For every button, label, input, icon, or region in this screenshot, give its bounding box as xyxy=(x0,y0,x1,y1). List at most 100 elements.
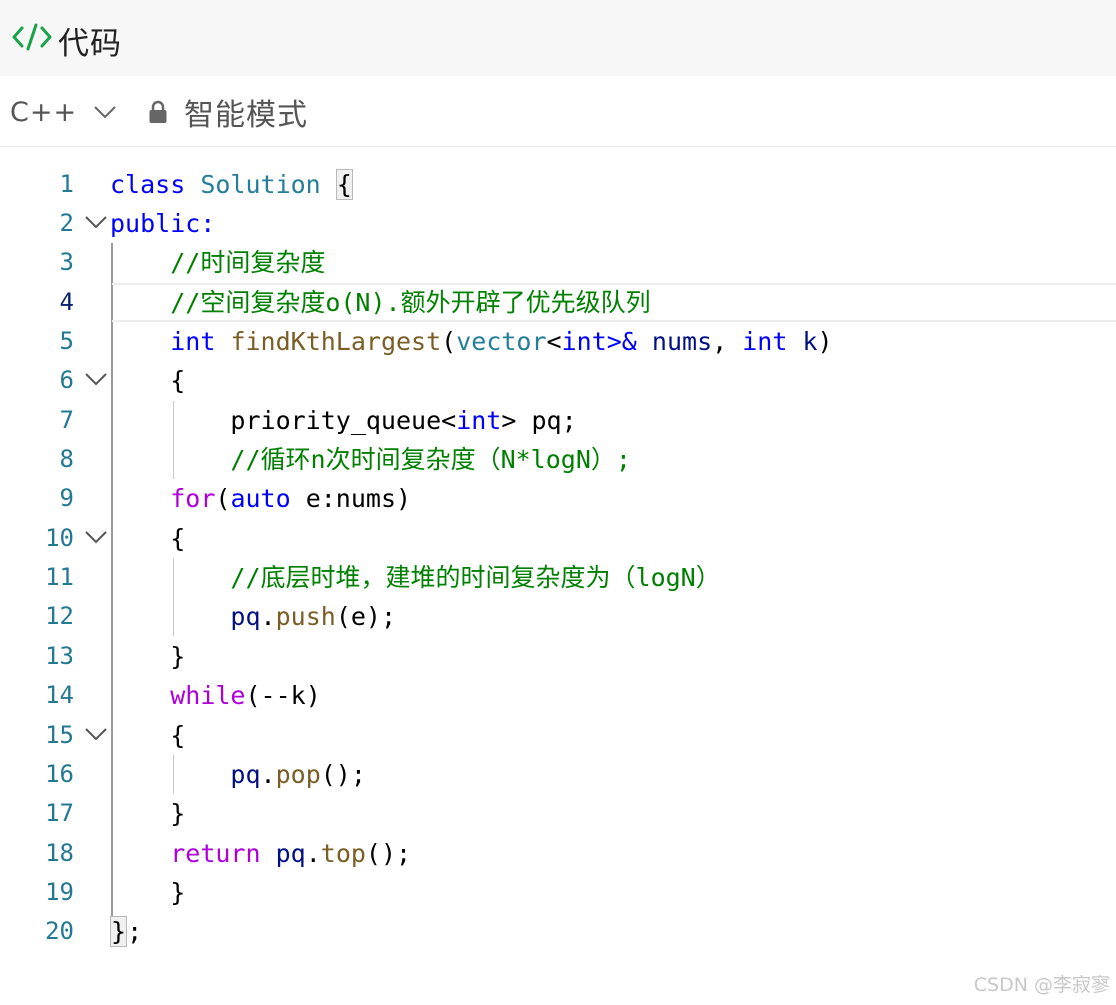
param: k xyxy=(802,327,818,356)
keyword: class xyxy=(110,170,186,199)
code-line[interactable]: 7 priority_queue<int> pq; xyxy=(0,401,1116,440)
line-number: 14 xyxy=(45,681,74,709)
punct: { xyxy=(170,721,186,750)
line-number: 10 xyxy=(45,524,74,552)
line-number: 11 xyxy=(45,563,74,591)
fold-chevron-icon[interactable] xyxy=(84,213,108,231)
line-number: 12 xyxy=(45,602,74,630)
punct: < xyxy=(546,327,562,356)
statement: (e); xyxy=(335,602,397,631)
fold-chevron-icon[interactable] xyxy=(84,725,108,743)
language-select[interactable]: C++ xyxy=(10,94,117,130)
line-number: 2 xyxy=(59,209,74,237)
punct: } xyxy=(170,642,186,671)
keyword: public: xyxy=(110,209,216,238)
comment: //循环n次时间复杂度（N*logN）; xyxy=(230,445,631,474)
punct: ( xyxy=(215,484,231,513)
code-line[interactable]: 2 public: xyxy=(0,204,1116,243)
statement: > pq; xyxy=(501,406,577,435)
function-name: push xyxy=(275,602,336,631)
keyword: auto xyxy=(230,484,291,513)
language-label: C++ xyxy=(10,96,78,128)
code-line[interactable]: 17 } xyxy=(0,794,1116,833)
code-line[interactable]: 15 { xyxy=(0,716,1116,755)
variable: pq xyxy=(230,602,261,631)
line-number: 16 xyxy=(45,760,74,788)
variable: pq xyxy=(230,760,261,789)
code-line[interactable]: 4 //空间复杂度o(N).额外开辟了优先级队列 xyxy=(0,283,1116,322)
punct: . xyxy=(305,839,321,868)
fold-chevron-icon[interactable] xyxy=(84,528,108,546)
smart-mode-toggle[interactable]: 智能模式 xyxy=(148,94,308,133)
line-number: 18 xyxy=(45,839,74,867)
keyword: int xyxy=(170,327,216,356)
line-number: 6 xyxy=(59,366,74,394)
punct: . xyxy=(260,602,276,631)
comment: //空间复杂度o(N).额外开辟了优先级队列 xyxy=(170,288,651,317)
type-name: vector xyxy=(456,327,547,356)
code-line[interactable]: 18 return pq.top(); xyxy=(0,834,1116,873)
code-line[interactable]: 1 class Solution { xyxy=(0,165,1116,204)
punct: } xyxy=(170,878,186,907)
statement: (); xyxy=(365,839,412,868)
panel-header: 代码 xyxy=(0,0,1116,76)
mode-label: 智能模式 xyxy=(184,98,308,133)
keyword: int xyxy=(456,406,502,435)
code-line[interactable]: 9 for(auto e:nums) xyxy=(0,479,1116,518)
statement: (); xyxy=(320,760,366,789)
control-keyword: return xyxy=(170,839,261,868)
punct: { xyxy=(170,524,186,553)
code-line[interactable]: 11 //底层时堆，建堆的时间复杂度为（logN） xyxy=(0,558,1116,597)
line-number: 4 xyxy=(59,288,74,316)
param: nums xyxy=(651,327,713,356)
punct: ) xyxy=(817,327,833,356)
punct: ( xyxy=(441,327,457,356)
type-name: priority_queue< xyxy=(230,406,457,435)
line-number: 3 xyxy=(59,248,74,276)
code-line[interactable]: 8 //循环n次时间复杂度（N*logN）; xyxy=(0,440,1116,479)
function-name: findKthLargest xyxy=(230,327,442,356)
code-line[interactable]: 10 { xyxy=(0,519,1116,558)
panel-title: 代码 xyxy=(58,26,122,62)
bracket-match: } xyxy=(110,916,128,947)
code-line[interactable]: 3 //时间复杂度 xyxy=(0,243,1116,282)
code-line[interactable]: 16 pq.pop(); xyxy=(0,755,1116,794)
keyword: int xyxy=(742,327,788,356)
code-line[interactable]: 12 pq.push(e); xyxy=(0,597,1116,636)
class-name: Solution xyxy=(200,170,321,199)
line-number: 5 xyxy=(59,327,74,355)
punct: { xyxy=(170,366,186,395)
code-line[interactable]: 6 { xyxy=(0,361,1116,400)
bracket-match: { xyxy=(335,169,353,200)
statement: (--k) xyxy=(245,681,321,710)
line-number: 8 xyxy=(59,445,74,473)
code-line[interactable]: 5 int findKthLargest(vector<int>& nums, … xyxy=(0,322,1116,361)
variable: pq xyxy=(275,839,306,868)
function-name: pop xyxy=(275,760,321,789)
punct: >& xyxy=(606,327,637,356)
comment: //底层时堆，建堆的时间复杂度为（logN） xyxy=(230,563,721,592)
fold-chevron-icon[interactable] xyxy=(84,370,108,388)
watermark: CSDN @李寂寥 xyxy=(973,974,1110,996)
line-number: 15 xyxy=(45,721,74,749)
chevron-down-icon xyxy=(94,106,116,119)
line-number: 1 xyxy=(59,170,74,198)
code-line[interactable]: 14 while(--k) xyxy=(0,676,1116,715)
statement: e:nums) xyxy=(290,484,412,513)
keyword: int xyxy=(561,327,607,356)
code-line[interactable]: 19 } xyxy=(0,873,1116,912)
line-number: 9 xyxy=(59,484,74,512)
comment: //时间复杂度 xyxy=(170,248,326,277)
line-number: 20 xyxy=(45,917,74,945)
control-keyword: while xyxy=(170,681,246,710)
lock-icon xyxy=(149,100,167,123)
control-keyword: for xyxy=(170,484,216,513)
punct: } xyxy=(170,799,186,828)
line-number: 13 xyxy=(45,642,74,670)
function-name: top xyxy=(320,839,366,868)
code-line[interactable]: 13 } xyxy=(0,637,1116,676)
code-line[interactable]: 20 }; xyxy=(0,912,1116,951)
code-icon xyxy=(12,23,52,51)
line-number: 19 xyxy=(45,878,74,906)
punct: ; xyxy=(127,917,143,946)
